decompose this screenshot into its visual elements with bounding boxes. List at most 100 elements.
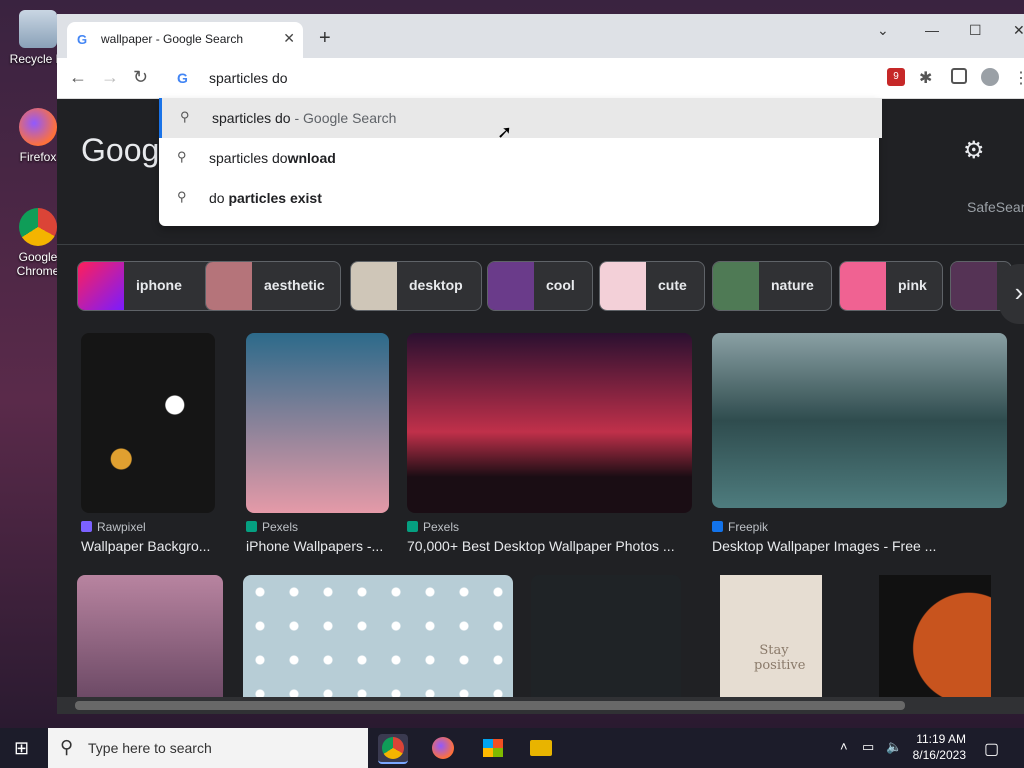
result-source[interactable]: Pexels: [407, 520, 459, 534]
ublock-extension-icon[interactable]: 9: [887, 68, 905, 86]
safesearch-label[interactable]: SafeSear: [967, 199, 1024, 215]
result-title[interactable]: 70,000+ Best Desktop Wallpaper Photos ..…: [407, 538, 675, 554]
result-image[interactable]: [720, 575, 822, 697]
result-card[interactable]: [531, 575, 682, 697]
result-source[interactable]: Rawpixel: [81, 520, 146, 534]
tab-search-icon[interactable]: ⌄: [877, 22, 889, 39]
result-image[interactable]: [407, 333, 692, 513]
chip-label: iphone: [136, 277, 182, 293]
taskbar-clock[interactable]: 11:19 AM 8/16/2023: [902, 732, 966, 762]
taskbar: ⊞ ⚲ Type here to search ˄ ▭ 🔈 11:19 AM 8…: [0, 728, 1024, 768]
firefox-icon: [19, 108, 57, 146]
search-icon: ⚲: [180, 109, 190, 124]
chip-cool[interactable]: cool: [487, 261, 593, 311]
chip-iphone[interactable]: iphone: [77, 261, 219, 311]
browser-window: G wallpaper - Google Search ✕ + ⌄ — ☐ ✕ …: [57, 14, 1024, 714]
chip-thumbnail: [951, 262, 997, 310]
result-image[interactable]: [81, 333, 215, 513]
result-image[interactable]: [879, 575, 991, 697]
tab-strip: G wallpaper - Google Search ✕ + ⌄ — ☐ ✕: [57, 14, 1024, 58]
suggestion-item[interactable]: ⚲ sparticles download: [159, 138, 879, 178]
profile-avatar-icon[interactable]: [981, 68, 999, 86]
result-card[interactable]: Pexels iPhone Wallpapers -...: [246, 333, 396, 563]
tab-active[interactable]: G wallpaper - Google Search ✕: [67, 22, 303, 58]
result-source[interactable]: Pexels: [246, 520, 298, 534]
tab-close-icon[interactable]: ✕: [283, 30, 295, 47]
minimize-button[interactable]: —: [925, 22, 939, 38]
forward-icon[interactable]: →: [101, 68, 119, 86]
reload-icon[interactable]: ↻: [133, 68, 148, 86]
google-icon: G: [177, 70, 188, 86]
result-image[interactable]: [77, 575, 223, 697]
chip-thumbnail: [206, 262, 252, 310]
settings-gear-icon[interactable]: ⚙: [963, 136, 985, 165]
taskbar-store-icon[interactable]: [478, 734, 508, 762]
menu-icon[interactable]: ⋮: [1013, 68, 1024, 87]
result-image[interactable]: [712, 333, 1007, 508]
suggestion-label: do particles exist: [209, 190, 322, 206]
result-image[interactable]: [243, 575, 513, 697]
result-card[interactable]: Stay positive: [720, 575, 822, 697]
source-name: Freepik: [728, 520, 769, 534]
back-icon[interactable]: ←: [69, 68, 87, 86]
result-card[interactable]: Rawpixel Wallpaper Backgro...: [81, 333, 221, 563]
result-title[interactable]: iPhone Wallpapers -...: [246, 538, 383, 554]
suggestion-item[interactable]: ⚲ sparticles do - Google Search: [159, 98, 882, 138]
chip-thumbnail: [713, 262, 759, 310]
result-image[interactable]: [531, 575, 681, 697]
clock-time: 11:19 AM: [916, 732, 966, 746]
chip-thumbnail: [78, 262, 124, 310]
tray-chevron-up-icon[interactable]: ˄: [840, 739, 848, 754]
clock-date: 8/16/2023: [912, 748, 966, 762]
taskbar-search-placeholder: Type here to search: [88, 740, 212, 756]
result-card[interactable]: [77, 575, 224, 697]
google-logo[interactable]: Googl: [81, 132, 166, 169]
taskbar-firefox-icon[interactable]: [428, 734, 458, 762]
extension-badge: 9: [893, 71, 899, 82]
result-card[interactable]: [879, 575, 991, 697]
notifications-icon[interactable]: ▢: [984, 739, 999, 759]
chip-thumbnail: [840, 262, 886, 310]
scrollbar-thumb[interactable]: [75, 701, 905, 710]
result-image[interactable]: [246, 333, 389, 513]
windows-start-icon[interactable]: ⊞: [14, 738, 29, 759]
horizontal-scrollbar[interactable]: [57, 697, 1024, 714]
maximize-button[interactable]: ☐: [969, 22, 982, 39]
result-title[interactable]: Desktop Wallpaper Images - Free ...: [712, 538, 936, 554]
result-card[interactable]: Pexels 70,000+ Best Desktop Wallpaper Ph…: [407, 333, 707, 563]
network-icon[interactable]: ▭: [862, 739, 874, 755]
omnibox-input[interactable]: sparticles do: [209, 70, 288, 86]
recycle-bin-icon: [19, 10, 57, 48]
chip-desktop[interactable]: desktop: [350, 261, 482, 311]
omnibox[interactable]: G sparticles do: [159, 58, 879, 98]
suggestion-label: sparticles download: [209, 150, 336, 166]
search-icon: ⚲: [177, 189, 187, 204]
chip-thumbnail: [351, 262, 397, 310]
result-card[interactable]: Freepik Desktop Wallpaper Images - Free …: [712, 333, 1012, 563]
chip-aesthetic[interactable]: aesthetic: [205, 261, 341, 311]
chip-label: pink: [898, 277, 927, 293]
taskbar-chrome-icon[interactable]: [378, 734, 408, 764]
result-title[interactable]: Wallpaper Backgro...: [81, 538, 210, 554]
taskbar-file-explorer-icon[interactable]: [526, 734, 556, 762]
suggestion-item[interactable]: ⚲ do particles exist: [159, 178, 879, 218]
chip-thumbnail: [600, 262, 646, 310]
result-source[interactable]: Freepik: [712, 520, 768, 534]
side-panel-icon[interactable]: [951, 68, 967, 84]
extensions-icon[interactable]: ✱: [919, 68, 937, 87]
new-tab-button[interactable]: +: [319, 28, 331, 48]
chip-pink[interactable]: pink: [839, 261, 943, 311]
result-card[interactable]: [243, 575, 514, 697]
volume-icon[interactable]: 🔈: [886, 739, 902, 755]
chip-label: cute: [658, 277, 687, 293]
result-image-text: Stay positive: [754, 643, 806, 673]
chip-cute[interactable]: cute: [599, 261, 705, 311]
source-favicon-icon: [712, 521, 723, 532]
close-window-button[interactable]: ✕: [1013, 22, 1024, 39]
desktop-icon-label: Google Chrome: [16, 250, 60, 278]
taskbar-search[interactable]: ⚲ Type here to search: [48, 728, 368, 768]
chip-label: cool: [546, 277, 575, 293]
search-icon: ⚲: [177, 149, 187, 164]
chips-next-button[interactable]: ›: [999, 264, 1024, 324]
chip-nature[interactable]: nature: [712, 261, 832, 311]
